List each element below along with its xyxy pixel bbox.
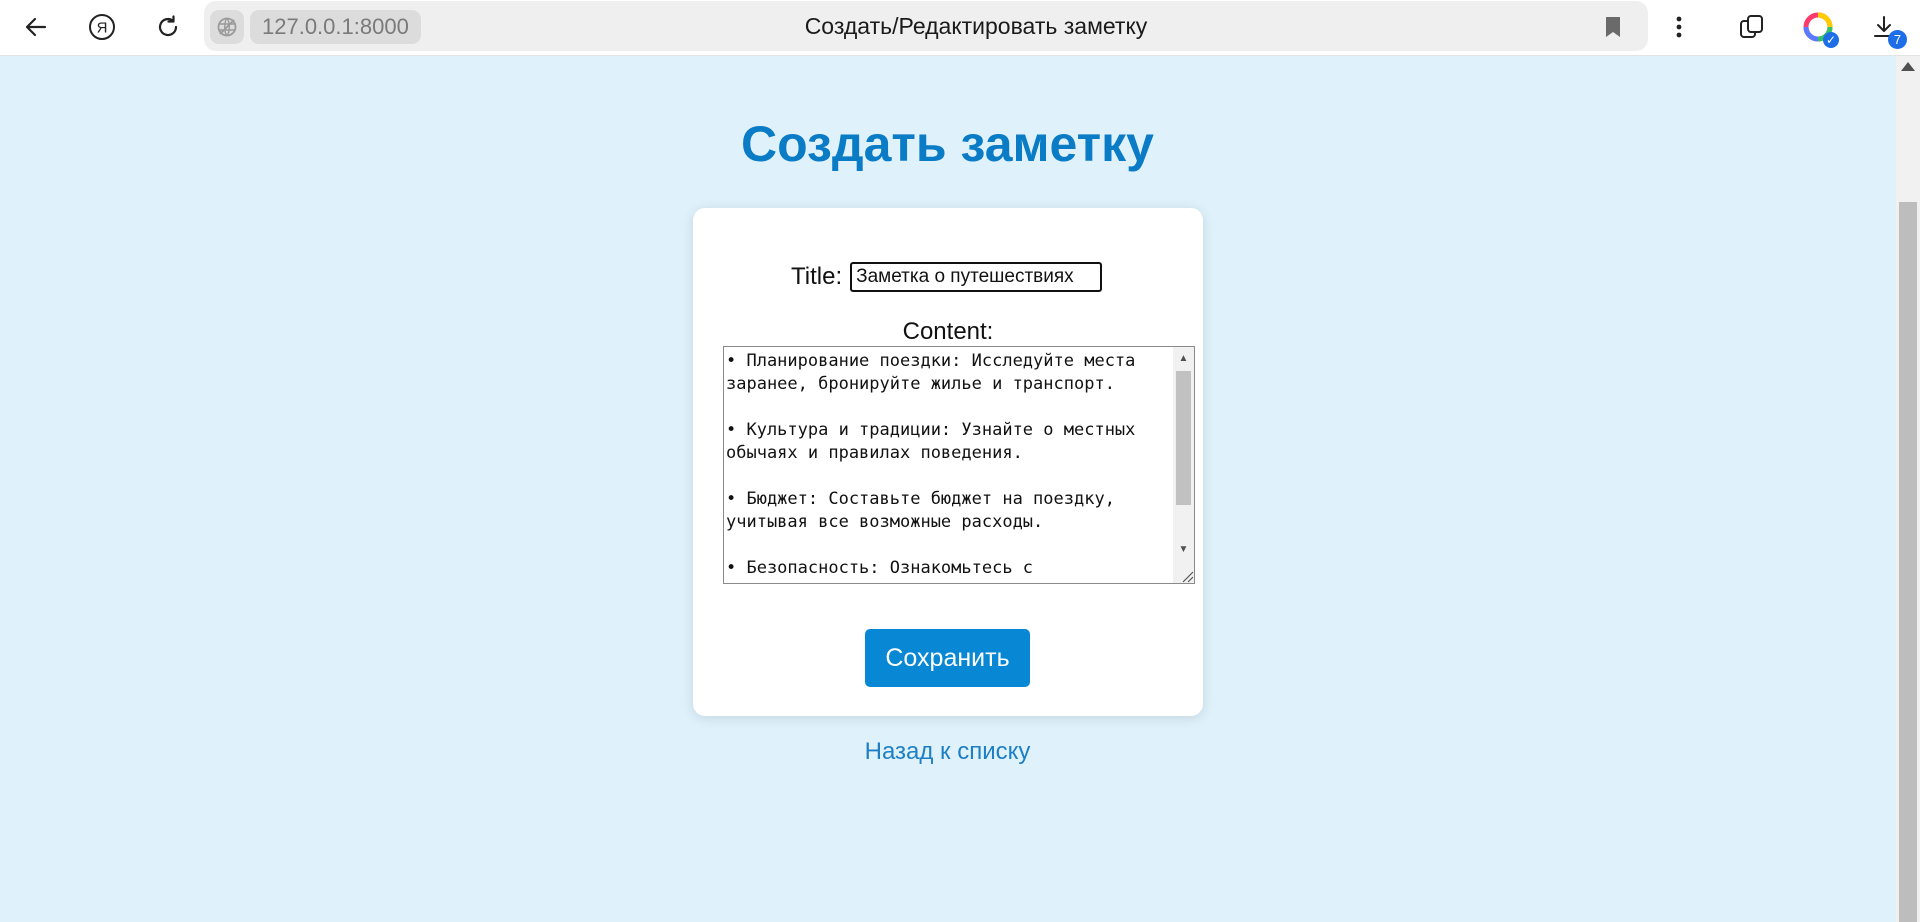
browser-toolbar: Я 127.0.0.1:8000 Создать/Редактировать з…	[0, 0, 1920, 56]
note-form-card: Title: Content: • Планирование поездки: …	[693, 208, 1203, 716]
alice-check-badge: ✓	[1823, 32, 1839, 48]
textarea-scroll-thumb[interactable]	[1176, 371, 1191, 505]
back-to-list-link[interactable]: Назад к списку	[0, 738, 1895, 766]
reload-icon[interactable]	[150, 9, 186, 45]
yandex-logo-icon[interactable]: Я	[84, 9, 120, 45]
scroll-up-arrow-icon[interactable]: ▲	[1173, 349, 1194, 367]
address-bar[interactable]: 127.0.0.1:8000 Создать/Редактировать зам…	[204, 1, 1648, 51]
content-textarea-wrapper: • Планирование поездки: Исследуйте места…	[723, 346, 1195, 584]
bookmark-icon[interactable]	[1600, 14, 1626, 40]
title-input[interactable]	[850, 262, 1103, 292]
scroll-down-arrow-icon[interactable]: ▼	[1173, 540, 1194, 558]
textarea-scrollbar[interactable]: ▲ ▼	[1173, 347, 1194, 583]
alice-icon[interactable]: ✓	[1800, 9, 1839, 48]
back-arrow-icon[interactable]	[18, 9, 54, 45]
title-row: Title:	[791, 262, 1103, 292]
tab-title: Создать/Редактировать заметку	[804, 13, 1148, 39]
content-textarea[interactable]: • Планирование поездки: Исследуйте места…	[724, 347, 1172, 583]
more-vertical-icon[interactable]	[1661, 9, 1697, 45]
resize-grip-icon[interactable]	[1180, 569, 1194, 583]
download-icon[interactable]: 7	[1866, 9, 1907, 49]
tabs-icon[interactable]	[1734, 9, 1770, 45]
svg-text:Я: Я	[97, 20, 108, 37]
page-scroll-up-arrow-icon[interactable]	[1901, 62, 1915, 71]
content-label: Content:	[902, 318, 994, 345]
title-label: Title:	[791, 263, 843, 290]
save-button[interactable]: Сохранить	[865, 629, 1030, 687]
page-title: Создать заметку	[741, 116, 1154, 172]
page-scroll-thumb[interactable]	[1899, 202, 1917, 922]
downloads-count-badge: 7	[1888, 30, 1907, 49]
page-scrollbar[interactable]	[1896, 56, 1920, 922]
